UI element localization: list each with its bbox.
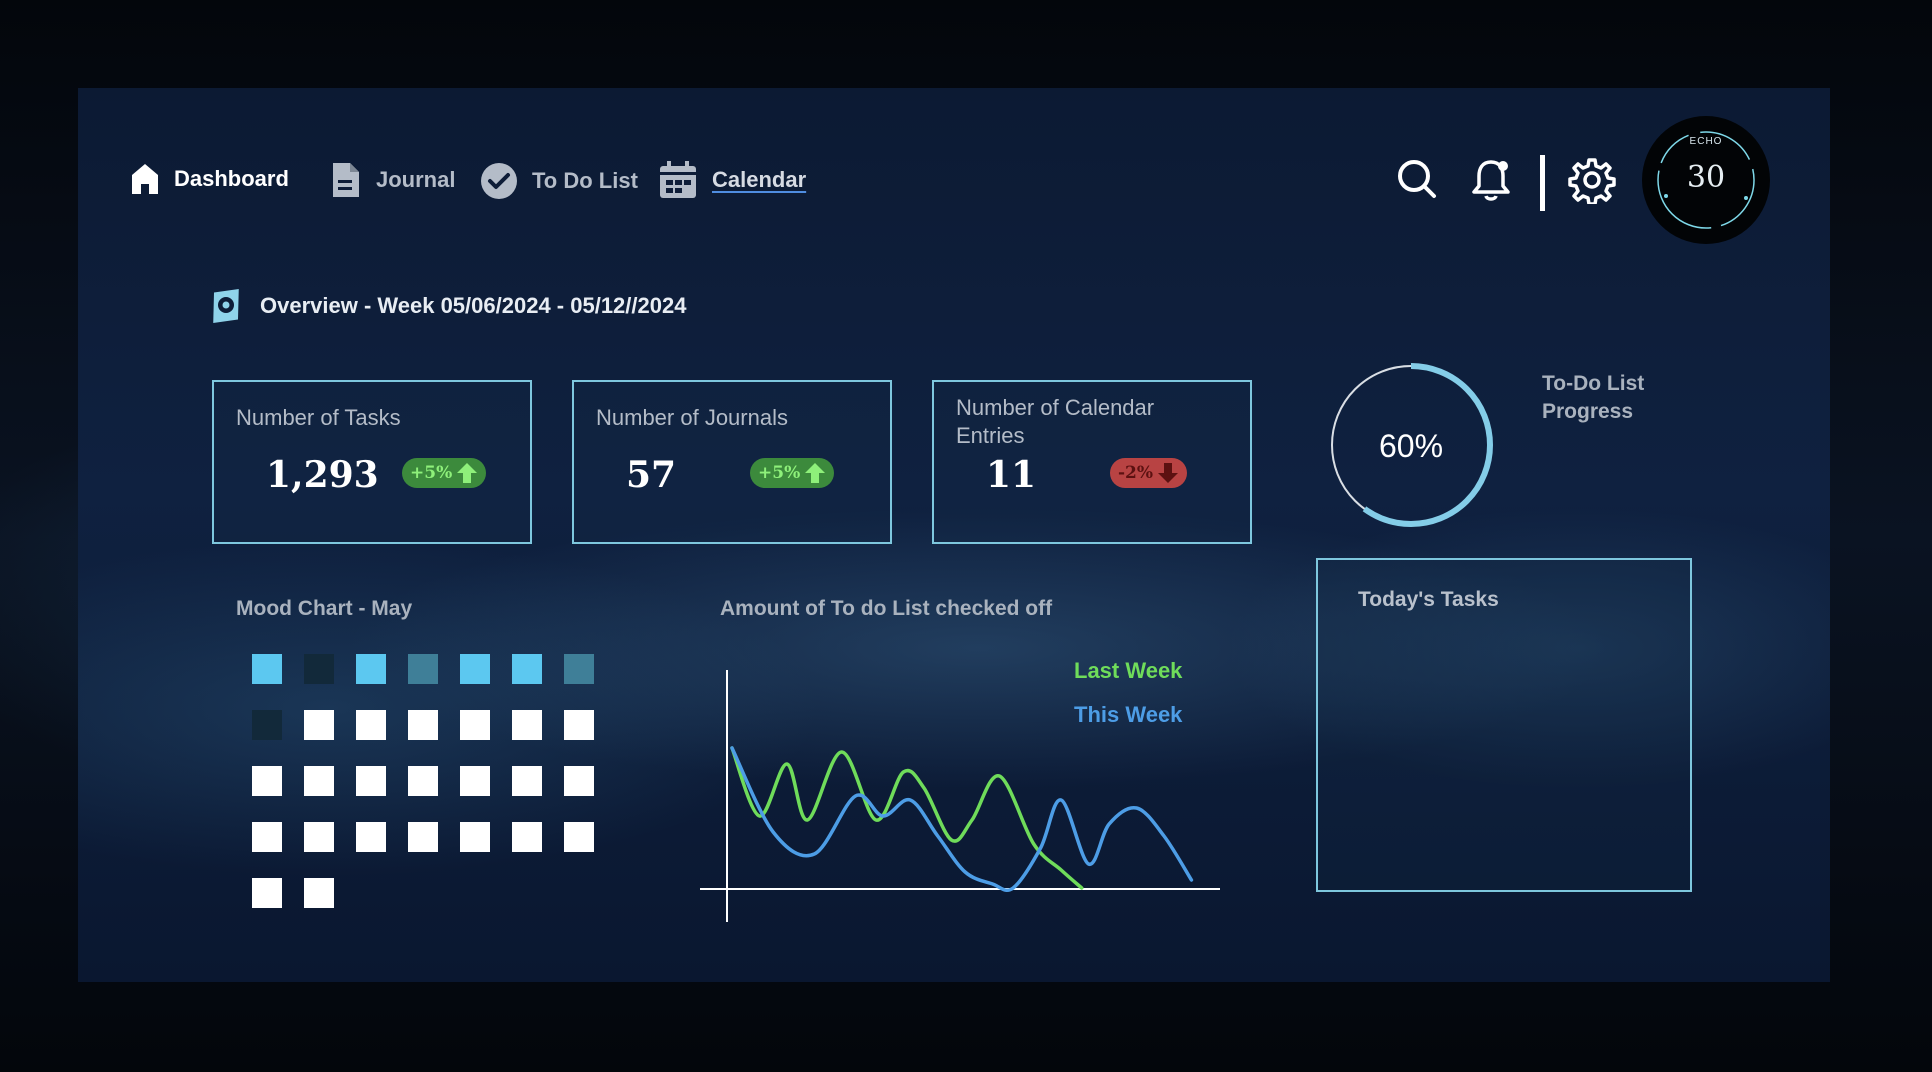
mood-cell[interactable] <box>408 766 438 796</box>
check-circle-icon <box>481 163 517 199</box>
nav-item-calendar[interactable]: Calendar <box>658 160 806 200</box>
mood-cell[interactable] <box>408 654 438 684</box>
mood-cell[interactable] <box>356 710 386 740</box>
progress-value: 60% <box>1378 428 1444 464</box>
stat-title: Number of Journals <box>596 405 788 430</box>
arrow-up-icon <box>805 463 826 483</box>
mood-cell[interactable] <box>252 710 282 740</box>
mood-grid <box>252 654 602 914</box>
bell-icon[interactable] <box>1470 156 1512 202</box>
mood-cell[interactable] <box>564 822 594 852</box>
nav-item-dashboard[interactable]: Dashboard <box>130 162 289 196</box>
arrow-down-icon <box>1158 463 1179 483</box>
mood-cell[interactable] <box>460 654 490 684</box>
nav-item-journal[interactable]: Journal <box>330 160 455 200</box>
badge-number: 30 <box>1686 160 1726 195</box>
mood-cell[interactable] <box>304 878 334 908</box>
mood-cell[interactable] <box>512 766 542 796</box>
divider <box>1540 155 1545 211</box>
mood-cell[interactable] <box>252 766 282 796</box>
mood-cell[interactable] <box>512 654 542 684</box>
mood-cell[interactable] <box>356 766 386 796</box>
document-icon <box>333 163 359 197</box>
mood-chart-title: Mood Chart - May <box>236 597 413 620</box>
mood-cell[interactable] <box>252 878 282 908</box>
camera-lens-icon <box>213 289 239 323</box>
mood-cell[interactable] <box>564 654 594 684</box>
home-icon <box>132 164 158 194</box>
profile-badge[interactable]: ECHO 30 <box>1642 116 1770 244</box>
arrow-up-icon <box>457 463 478 483</box>
stat-value: 1,293 <box>266 454 379 496</box>
nav-label-dashboard: Dashboard <box>174 166 289 191</box>
gear-icon[interactable] <box>1568 156 1616 204</box>
stat-title: Number of Calendar Entries <box>956 395 1155 448</box>
change-badge: +5% <box>402 458 487 488</box>
stat-card-journals: Number of Journals 57 +5% <box>572 380 892 544</box>
badge-label: ECHO <box>1689 136 1723 147</box>
change-badge: +5% <box>750 458 835 488</box>
mood-cell[interactable] <box>356 654 386 684</box>
change-text: +5% <box>758 463 801 483</box>
stat-card-tasks: Number of Tasks 1,293 +5% <box>212 380 532 544</box>
mood-cell[interactable] <box>252 822 282 852</box>
mood-cell[interactable] <box>460 766 490 796</box>
legend-item: Last Week <box>1074 660 1183 683</box>
calendar-icon <box>660 161 696 198</box>
change-text: +5% <box>410 463 453 483</box>
mood-cell[interactable] <box>304 710 334 740</box>
overview-title: Overview - Week 05/06/2024 - 05/12//2024 <box>260 293 687 318</box>
change-badge: -2% <box>1110 458 1188 488</box>
mood-cell[interactable] <box>252 654 282 684</box>
todays-tasks-panel: Today's Tasks <box>1316 558 1692 892</box>
progress-ring: 60% <box>1326 360 1496 530</box>
progress-label: To-Do List Progress <box>1542 372 1645 423</box>
mood-cell[interactable] <box>408 710 438 740</box>
nav-label-todo: To Do List <box>532 168 638 193</box>
mood-cell[interactable] <box>460 822 490 852</box>
mood-cell[interactable] <box>408 822 438 852</box>
stat-card-calendar: Number of Calendar Entries 11 -2% <box>932 380 1252 544</box>
mood-cell[interactable] <box>460 710 490 740</box>
stat-value: 11 <box>986 454 1037 496</box>
nav-label-journal: Journal <box>376 167 456 192</box>
legend-item: This Week <box>1074 702 1183 727</box>
series-line-this-week <box>730 746 1194 893</box>
line-chart: Last Week This Week <box>700 660 1220 922</box>
mood-cell[interactable] <box>304 766 334 796</box>
nav-item-todo[interactable]: To Do List <box>480 162 638 200</box>
mood-cell[interactable] <box>564 766 594 796</box>
mood-cell[interactable] <box>304 822 334 852</box>
todays-tasks-title: Today's Tasks <box>1358 588 1499 611</box>
search-icon[interactable] <box>1396 158 1438 200</box>
chart-title: Amount of To do List checked off <box>720 597 1053 620</box>
mood-cell[interactable] <box>304 654 334 684</box>
mood-cell[interactable] <box>512 822 542 852</box>
mood-cell[interactable] <box>356 822 386 852</box>
mood-cell[interactable] <box>512 710 542 740</box>
mood-cell[interactable] <box>564 710 594 740</box>
change-text: -2% <box>1118 463 1154 483</box>
stat-title: Number of Tasks <box>236 405 401 430</box>
nav-label-calendar: Calendar <box>712 167 807 192</box>
stat-value: 57 <box>626 454 677 496</box>
